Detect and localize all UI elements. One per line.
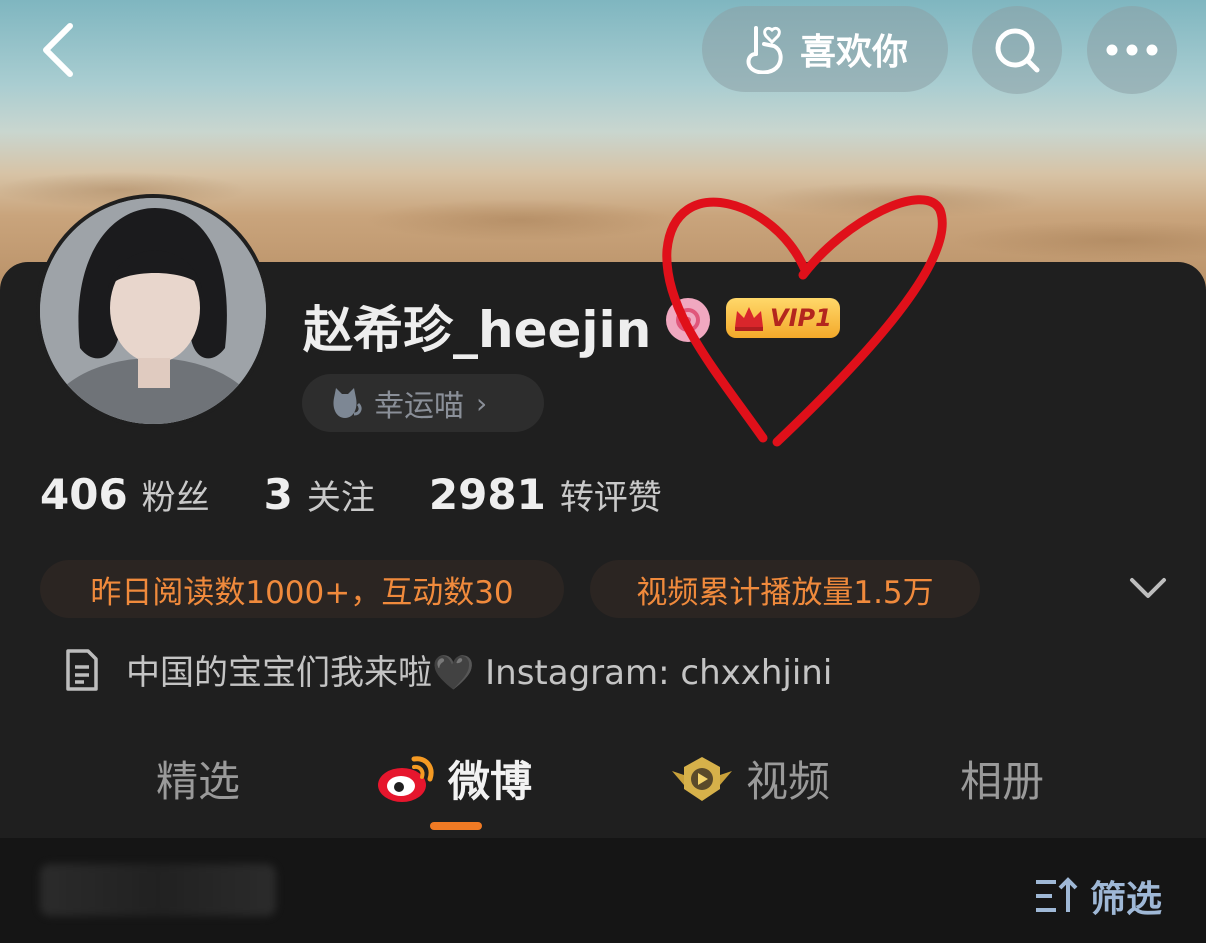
lucky-cat-label: 幸运喵 — [374, 389, 464, 424]
tab-video[interactable]: 视频 — [670, 748, 830, 809]
like-you-button[interactable]: 喜欢你 — [702, 6, 948, 92]
bio: 中国的宝宝们我来啦🖤 Instagram: chxxhjini — [62, 645, 832, 694]
tab-featured[interactable]: 精选 — [156, 748, 240, 809]
chevron-down-icon[interactable] — [1126, 568, 1170, 608]
following-label: 关注 — [306, 478, 375, 518]
stats-row: 406 粉丝 3 关注 2981 转评赞 — [40, 470, 716, 519]
followers-stat[interactable]: 406 粉丝 — [40, 470, 210, 519]
tab-video-label: 视频 — [746, 757, 831, 806]
weibo-icon — [378, 755, 434, 802]
following-count: 3 — [263, 470, 293, 519]
more-icon — [1106, 44, 1158, 56]
document-icon — [66, 648, 98, 691]
chevron-right-icon: › — [476, 386, 488, 420]
search-button[interactable] — [972, 6, 1062, 94]
profile-tabs: 精选 微博 视频 相册 — [0, 740, 1206, 830]
back-button[interactable] — [28, 18, 88, 82]
cat-icon — [333, 388, 362, 418]
like-you-label: 喜欢你 — [799, 32, 908, 73]
active-tab-indicator — [430, 822, 482, 830]
filter-label: 筛选 — [1090, 879, 1163, 920]
tab-weibo[interactable]: 微博 — [376, 748, 532, 809]
more-button[interactable] — [1087, 6, 1177, 94]
tab-album-label: 相册 — [960, 757, 1045, 806]
sort-filter-icon — [1036, 877, 1078, 912]
lucky-cat-chip[interactable]: 幸运喵 › — [302, 374, 544, 432]
tab-featured-label: 精选 — [156, 757, 241, 806]
blurred-feed-text — [40, 864, 276, 916]
reads-chip[interactable]: 昨日阅读数1000+，互动数30 — [40, 560, 564, 618]
engagement-stat[interactable]: 2981 转评赞 — [429, 470, 662, 519]
bio-text: 中国的宝宝们我来啦🖤 Instagram: chxxhjini — [126, 653, 833, 693]
avatar-image — [40, 198, 266, 424]
tab-album[interactable]: 相册 — [960, 748, 1044, 809]
back-icon — [43, 23, 73, 77]
engagement-count: 2981 — [428, 470, 546, 519]
tab-weibo-label: 微博 — [448, 757, 533, 806]
followers-count: 406 — [40, 470, 128, 519]
search-icon — [995, 28, 1040, 73]
video-badge-icon — [672, 756, 732, 801]
video-plays-chip[interactable]: 视频累计播放量1.5万 — [590, 560, 980, 618]
avatar[interactable] — [36, 194, 270, 428]
following-stat[interactable]: 3 关注 — [264, 470, 375, 519]
username: 赵希珍_heejin — [303, 301, 652, 359]
heart-annotation — [662, 195, 947, 447]
followers-label: 粉丝 — [141, 478, 210, 518]
hand-heart-icon — [746, 26, 783, 74]
engagement-label: 转评赞 — [559, 478, 662, 518]
filter-button[interactable]: 筛选 — [1034, 870, 1162, 922]
